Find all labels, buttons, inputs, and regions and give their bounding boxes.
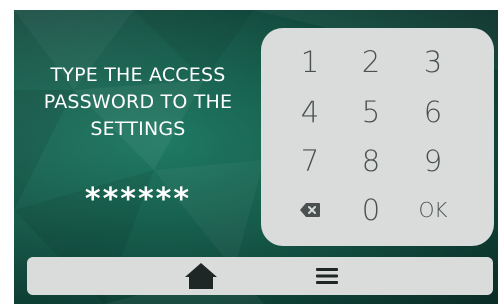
key-7[interactable]: 7 <box>280 137 340 185</box>
menu-icon <box>316 268 338 284</box>
backspace-icon <box>300 203 320 217</box>
key-0[interactable]: 0 <box>341 186 401 234</box>
key-1[interactable]: 1 <box>280 38 340 86</box>
key-5[interactable]: 5 <box>341 88 401 136</box>
password-prompt: TYPE THE ACCESS PASSWORD TO THE SETTINGS <box>14 62 262 143</box>
key-2[interactable]: 2 <box>341 38 401 86</box>
key-3[interactable]: 3 <box>403 38 463 86</box>
screen: TYPE THE ACCESS PASSWORD TO THE SETTINGS… <box>14 10 498 304</box>
ok-button[interactable]: OK <box>403 186 463 234</box>
prompt-line-1: TYPE THE ACCESS <box>50 64 226 86</box>
numeric-keypad: 1 2 3 4 5 6 7 8 9 0 OK <box>261 28 494 246</box>
device-frame: TYPE THE ACCESS PASSWORD TO THE SETTINGS… <box>0 0 498 304</box>
prompt-line-3: SETTINGS <box>90 118 186 140</box>
key-9[interactable]: 9 <box>403 137 463 185</box>
backspace-button[interactable] <box>280 186 340 234</box>
home-button[interactable] <box>171 257 231 295</box>
bottom-navbar <box>27 257 493 295</box>
key-4[interactable]: 4 <box>280 88 340 136</box>
key-6[interactable]: 6 <box>403 88 463 136</box>
menu-button[interactable] <box>297 257 357 295</box>
password-field: ****** <box>84 182 192 217</box>
home-icon <box>185 263 217 289</box>
key-8[interactable]: 8 <box>341 137 401 185</box>
prompt-line-2: PASSWORD TO THE <box>43 91 233 113</box>
